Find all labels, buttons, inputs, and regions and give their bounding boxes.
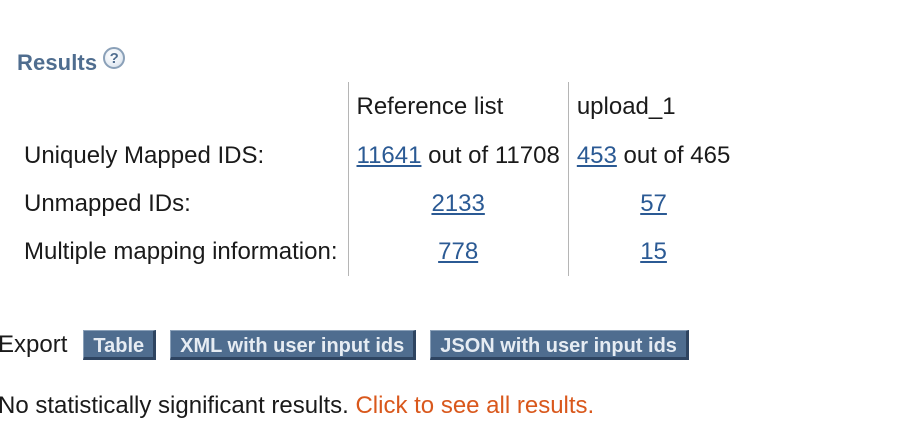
export-json-button[interactable]: JSON with user input ids (430, 330, 689, 360)
upload-unmapped-cell: 57 (567, 180, 739, 228)
empty-header-cell (16, 82, 348, 132)
help-icon[interactable]: ? (103, 47, 126, 69)
column-header-reference-list: Reference list (347, 82, 569, 132)
show-all-results-link[interactable]: Click to see all results. (355, 392, 594, 419)
upload-multiple-mapping-link[interactable]: 15 (640, 238, 667, 265)
reference-multiple-mapping-link[interactable]: 778 (438, 238, 478, 265)
upload-multiple-mapping-cell: 15 (567, 228, 739, 276)
reference-multiple-mapping-cell: 778 (347, 228, 569, 276)
export-table-button[interactable]: Table (83, 330, 157, 360)
table-row: Unmapped IDs: 2133 57 (16, 180, 739, 228)
table-row: Multiple mapping information: 778 15 (16, 228, 739, 276)
reference-unmapped-cell: 2133 (347, 180, 569, 228)
row-label-uniquely-mapped: Uniquely Mapped IDS: (24, 142, 265, 169)
export-xml-button[interactable]: XML with user input ids (170, 330, 417, 360)
table-header-row: Reference list upload_1 (16, 82, 739, 132)
row-label-unmapped: Unmapped IDs: (24, 190, 191, 217)
table-row: Uniquely Mapped IDS: 11641 out of 11708 … (16, 132, 739, 180)
no-results-text: No statistically significant results. (0, 392, 356, 419)
reference-uniquely-mapped-link[interactable]: 11641 (357, 142, 422, 169)
upload-uniquely-mapped-total: out of 465 (616, 142, 731, 169)
upload-uniquely-mapped-cell: 453 out of 465 (567, 132, 739, 180)
upload-unmapped-link[interactable]: 57 (640, 190, 667, 217)
reference-uniquely-mapped-total: out of 11708 (421, 142, 560, 169)
reference-uniquely-mapped-cell: 11641 out of 11708 (347, 132, 569, 180)
results-header: Results ? (17, 47, 126, 76)
reference-unmapped-link[interactable]: 2133 (431, 190, 484, 217)
column-header-upload: upload_1 (567, 82, 739, 132)
export-row: Export Table XML with user input ids JSO… (0, 330, 703, 360)
results-page: Results ? Reference list upload_1 Unique… (0, 0, 910, 442)
row-label-multiple-mapping: Multiple mapping information: (24, 238, 338, 265)
no-results-message: No statistically significant results. Cl… (0, 392, 594, 420)
export-label: Export (0, 331, 68, 358)
upload-uniquely-mapped-link[interactable]: 453 (577, 142, 617, 169)
results-title: Results (17, 50, 98, 75)
mapping-table: Reference list upload_1 Uniquely Mapped … (16, 82, 739, 276)
